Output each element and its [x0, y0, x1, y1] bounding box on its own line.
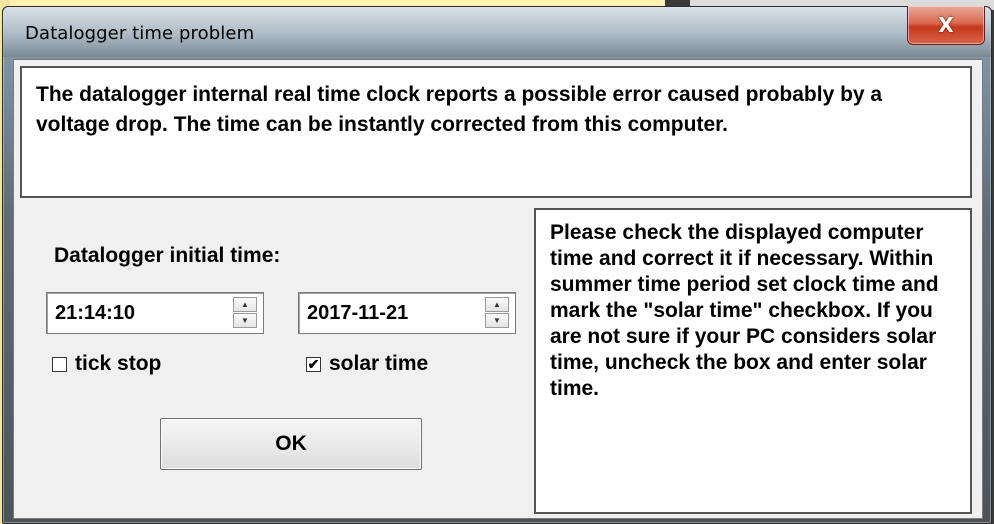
close-icon: X	[938, 13, 954, 37]
date-input[interactable]: 2017-11-21	[307, 302, 408, 325]
window-title: Datalogger time problem	[25, 23, 255, 44]
error-message: The datalogger internal real time clock …	[20, 66, 972, 198]
tick-stop-checkbox-box[interactable]	[52, 356, 67, 372]
time-up-arrow-icon[interactable]: ▲	[233, 297, 257, 312]
time-input[interactable]: 21:14:10	[55, 302, 135, 325]
time-spinner[interactable]: 21:14:10 ▲ ▼	[46, 292, 264, 334]
help-text: Please check the displayed computer time…	[534, 208, 972, 514]
solar-time-checkbox[interactable]: ✔ solar time	[306, 352, 428, 376]
dialog-window: Datalogger time problem X The datalogger…	[2, 6, 992, 524]
solar-time-label: solar time	[329, 352, 429, 375]
initial-time-label: Datalogger initial time:	[54, 244, 281, 267]
ok-button-label: OK	[275, 432, 307, 455]
solar-time-check-icon[interactable]: ✔	[306, 356, 321, 372]
date-up-arrow-icon[interactable]: ▲	[485, 297, 509, 312]
tick-stop-label: tick stop	[75, 352, 162, 375]
tick-stop-checkbox[interactable]: tick stop	[52, 352, 161, 376]
date-down-arrow-icon[interactable]: ▼	[485, 313, 509, 328]
time-down-arrow-icon[interactable]: ▼	[233, 313, 257, 328]
time-spinner-buttons: ▲ ▼	[233, 297, 259, 329]
title-bar[interactable]: Datalogger time problem X	[3, 6, 991, 57]
close-button[interactable]: X	[907, 6, 985, 45]
dialog-client-area: The datalogger internal real time clock …	[13, 59, 983, 519]
date-spinner-buttons: ▲ ▼	[485, 297, 511, 329]
ok-button[interactable]: OK	[160, 418, 422, 470]
date-spinner[interactable]: 2017-11-21 ▲ ▼	[298, 292, 516, 334]
